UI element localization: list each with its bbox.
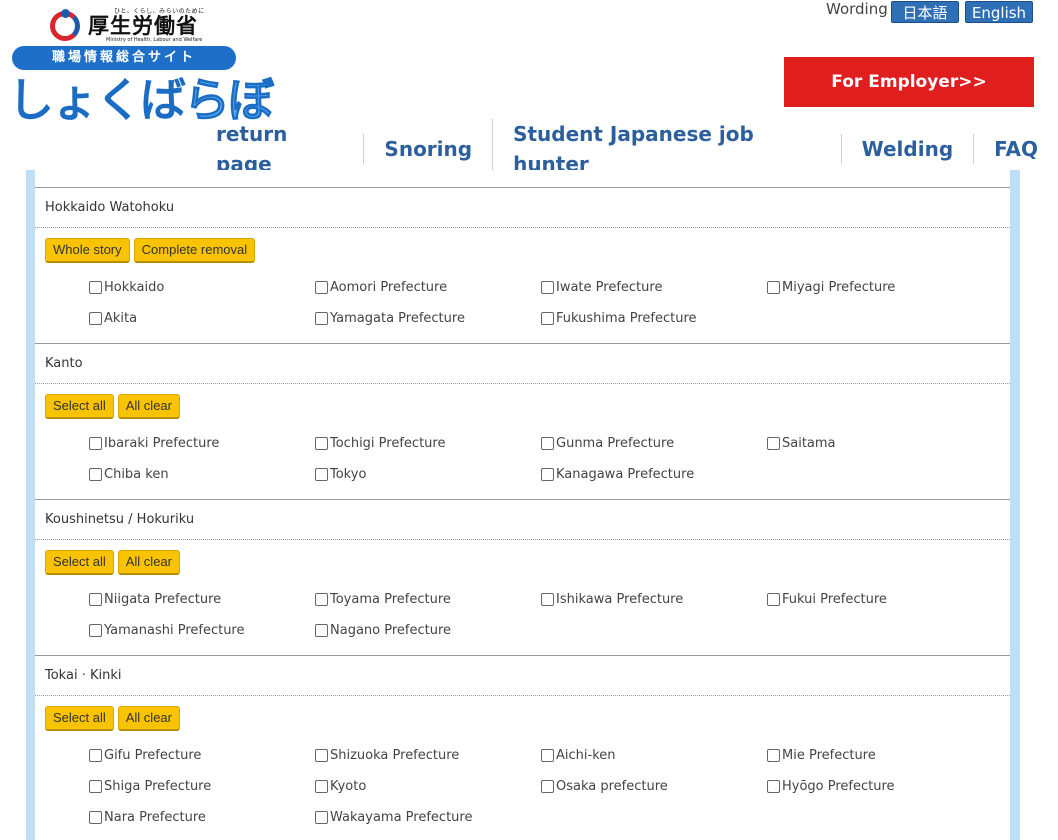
checkbox-icon[interactable] [541, 780, 554, 793]
checkbox-item[interactable]: Osaka prefecture [541, 771, 767, 802]
checkbox-item[interactable]: Kanagawa Prefecture [541, 459, 767, 490]
checkbox-icon[interactable] [315, 281, 328, 294]
region-hokkaido-tohoku: Hokkaido Watohoku Whole story Complete r… [35, 187, 1010, 334]
checkbox-item[interactable]: Kyoto [315, 771, 541, 802]
checkbox-icon[interactable] [541, 312, 554, 325]
checkbox-item[interactable]: Tochigi Prefecture [315, 428, 541, 459]
select-all-button[interactable]: Select all [45, 706, 114, 731]
site-banner: 職場情報総合サイト [12, 46, 236, 70]
for-employer-button[interactable]: For Employer>> [784, 57, 1034, 107]
wording-label: Wording [826, 0, 888, 18]
checkbox-item[interactable]: Nara Prefecture [89, 802, 315, 833]
checkbox-icon[interactable] [89, 312, 102, 325]
region-title: Hokkaido Watohoku [35, 187, 1010, 228]
brand-logo-part1: しょくば [8, 73, 186, 127]
checkbox-icon[interactable] [315, 593, 328, 606]
checkbox-item[interactable]: Hokkaido [89, 272, 315, 303]
select-all-button[interactable]: Select all [45, 550, 114, 575]
checkbox-icon[interactable] [767, 437, 780, 450]
checkbox-icon[interactable] [541, 468, 554, 481]
checkbox-icon[interactable] [315, 749, 328, 762]
checkbox-item[interactable]: Yamagata Prefecture [315, 303, 541, 334]
checkbox-item[interactable]: Hyōgo Prefecture [767, 771, 993, 802]
clear-all-button[interactable]: All clear [117, 394, 180, 419]
main-nav: return page Snoring Student Japanese job… [196, 119, 1058, 179]
checkbox-icon[interactable] [89, 468, 102, 481]
clear-all-button[interactable]: All clear [117, 550, 180, 575]
site-header: ひと、くらし、みらいのために 厚生労働省 Ministry of Health,… [0, 0, 1058, 179]
checkbox-item[interactable]: Mie Prefecture [767, 740, 993, 771]
checkbox-item[interactable]: Aichi-ken [541, 740, 767, 771]
checkbox-icon[interactable] [767, 593, 780, 606]
checkbox-icon[interactable] [315, 624, 328, 637]
region-title: Koushinetsu / Hokuriku [35, 499, 1010, 540]
clear-all-button[interactable]: Complete removal [133, 238, 256, 263]
checkbox-item[interactable]: Saitama [767, 428, 993, 459]
checkbox-item[interactable]: Aomori Prefecture [315, 272, 541, 303]
checkbox-icon[interactable] [315, 468, 328, 481]
japanese-language-button[interactable]: 日本語 [891, 1, 959, 23]
checkbox-item[interactable]: Toyama Prefecture [315, 584, 541, 615]
checkbox-icon[interactable] [315, 811, 328, 824]
checkbox-icon[interactable] [767, 780, 780, 793]
region-title: Tokai · Kinki [35, 655, 1010, 696]
checkbox-item[interactable]: Shizuoka Prefecture [315, 740, 541, 771]
checkbox-icon[interactable] [315, 437, 328, 450]
checkbox-icon[interactable] [541, 593, 554, 606]
checkbox-icon[interactable] [767, 749, 780, 762]
brand-logo[interactable]: しょくば らぼ [8, 70, 275, 127]
nav-faq[interactable]: FAQ [973, 134, 1058, 164]
checkbox-item[interactable]: Chiba ken [89, 459, 315, 490]
checkbox-icon[interactable] [89, 624, 102, 637]
checkbox-item[interactable]: Gunma Prefecture [541, 428, 767, 459]
clear-all-button[interactable]: All clear [117, 706, 180, 731]
select-all-button[interactable]: Whole story [45, 238, 130, 263]
select-all-button[interactable]: Select all [45, 394, 114, 419]
checkbox-item[interactable]: Fukushima Prefecture [541, 303, 767, 334]
checkbox-icon[interactable] [89, 780, 102, 793]
nav-snoring[interactable]: Snoring [363, 134, 492, 164]
checkbox-icon[interactable] [89, 749, 102, 762]
checkbox-icon[interactable] [89, 593, 102, 606]
region-title: Kanto [35, 343, 1010, 384]
checkbox-item[interactable]: Yamanashi Prefecture [89, 615, 315, 646]
checkbox-item[interactable]: Iwate Prefecture [541, 272, 767, 303]
checkbox-item[interactable]: Niigata Prefecture [89, 584, 315, 615]
checkbox-icon[interactable] [541, 749, 554, 762]
region-tokai-kinki: Tokai · Kinki Select all All clear Gifu … [35, 655, 1010, 833]
checkbox-icon[interactable] [89, 281, 102, 294]
checkbox-icon[interactable] [767, 281, 780, 294]
checkbox-icon[interactable] [315, 780, 328, 793]
checkbox-item[interactable]: Gifu Prefecture [89, 740, 315, 771]
checkbox-icon[interactable] [541, 437, 554, 450]
checkbox-item[interactable]: Ibaraki Prefecture [89, 428, 315, 459]
checkbox-item[interactable]: Ishikawa Prefecture [541, 584, 767, 615]
checkbox-icon[interactable] [315, 312, 328, 325]
checkbox-item[interactable]: Fukui Prefecture [767, 584, 993, 615]
english-language-button[interactable]: English [965, 1, 1033, 23]
checkbox-item[interactable]: Shiga Prefecture [89, 771, 315, 802]
checkbox-item[interactable]: Miyagi Prefecture [767, 272, 993, 303]
region-kanto: Kanto Select all All clear Ibaraki Prefe… [35, 343, 1010, 490]
checkbox-item[interactable]: Tokyo [315, 459, 541, 490]
mhlw-name: 厚生労働省 [88, 13, 198, 38]
checkbox-item[interactable]: Nagano Prefecture [315, 615, 541, 646]
checkbox-icon[interactable] [89, 811, 102, 824]
checkbox-item[interactable]: Akita [89, 303, 315, 334]
mhlw-english-name: Ministry of Health, Labour and Welfare [106, 36, 203, 43]
checkbox-icon[interactable] [89, 437, 102, 450]
checkbox-icon[interactable] [541, 281, 554, 294]
mhlw-emblem-icon [50, 7, 84, 41]
checkbox-item[interactable]: Wakayama Prefecture [315, 802, 541, 833]
mhlw-logo-link[interactable]: ひと、くらし、みらいのために 厚生労働省 Ministry of Health,… [50, 4, 205, 44]
nav-welding[interactable]: Welding [840, 134, 974, 164]
region-koushinetsu-hokuriku: Koushinetsu / Hokuriku Select all All cl… [35, 499, 1010, 646]
